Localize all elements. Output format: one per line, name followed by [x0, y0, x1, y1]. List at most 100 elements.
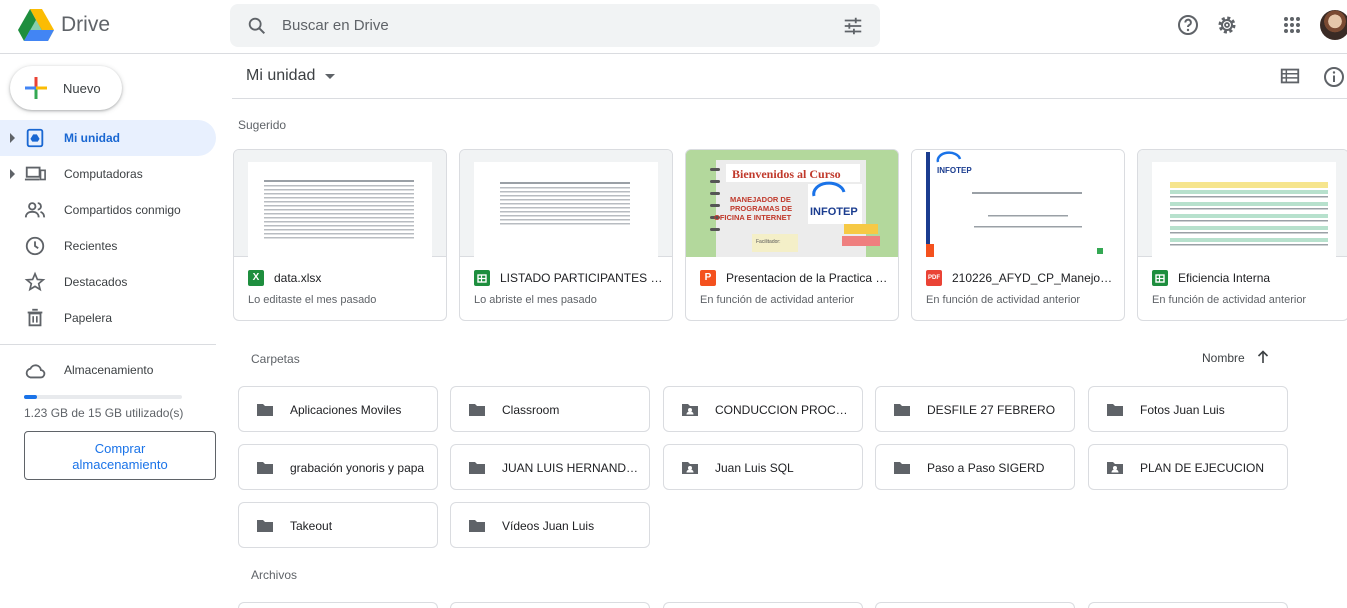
- folder-tile[interactable]: JUAN LUIS HERNANDEZ SOSA: [450, 444, 650, 490]
- file-card[interactable]: [663, 602, 863, 608]
- file-card[interactable]: [1088, 602, 1288, 608]
- suggested-heading: Sugerido: [238, 118, 287, 132]
- folder-tile[interactable]: PLAN DE EJECUCION: [1088, 444, 1288, 490]
- suggested-file-card[interactable]: X data.xlsx Lo editaste el mes pasado: [233, 149, 447, 321]
- slide-facilitator: Facilitador:: [756, 239, 780, 245]
- folder-tile[interactable]: DESFILE 27 FEBRERO: [875, 386, 1075, 432]
- sidebar-item-computers[interactable]: Computadoras: [0, 156, 216, 192]
- folder-name: Juan Luis SQL: [715, 461, 794, 475]
- file-thumbnail: [1138, 150, 1347, 257]
- arrow-up-icon[interactable]: [1255, 349, 1271, 365]
- folder-name: DESFILE 27 FEBRERO: [927, 403, 1056, 417]
- folder-name: CONDUCCION PROCESOS TECNICOS: [715, 403, 853, 417]
- trash-icon: [27, 308, 43, 327]
- folder-name: Classroom: [502, 403, 560, 417]
- buy-storage-line2: almacenamiento: [72, 457, 168, 472]
- folder-tile[interactable]: Aplicaciones Moviles: [238, 386, 438, 432]
- folder-tile[interactable]: Juan Luis SQL: [663, 444, 863, 490]
- folder-name: Vídeos Juan Luis: [502, 519, 595, 533]
- star-icon: [24, 271, 46, 292]
- folder-tile[interactable]: Takeout: [238, 502, 438, 548]
- folder-tile[interactable]: CONDUCCION PROCESOS TECNICOS: [663, 386, 863, 432]
- sort-by-name-button[interactable]: Nombre: [1202, 351, 1245, 365]
- pdf-preview: INFOTEP: [912, 150, 1124, 257]
- sheets-file-icon: [1152, 270, 1168, 286]
- sheets-grid-icon: [477, 274, 487, 283]
- sidebar-item-shared[interactable]: Compartidos conmigo: [0, 192, 216, 228]
- new-button[interactable]: Nuevo: [10, 66, 122, 110]
- sidebar-item-storage[interactable]: Almacenamiento: [0, 356, 216, 384]
- cloud-icon: [25, 364, 46, 379]
- file-card[interactable]: [875, 602, 1075, 608]
- caret-down-icon[interactable]: [325, 74, 335, 79]
- suggested-file-card[interactable]: Eficiencia Interna En función de activid…: [1137, 149, 1347, 321]
- slide-logo: INFOTEP: [810, 206, 858, 218]
- file-card[interactable]: [450, 602, 650, 608]
- suggested-file-card[interactable]: Bienvenidos al Curso MANEJADOR DE PROGRA…: [685, 149, 899, 321]
- file-activity: En función de actividad anterior: [926, 294, 1081, 306]
- sheets-file-icon: [474, 270, 490, 286]
- folder-tile[interactable]: Classroom: [450, 386, 650, 432]
- tune-icon[interactable]: [842, 15, 864, 37]
- expand-arrow-icon[interactable]: [10, 169, 15, 179]
- suggested-file-card[interactable]: LISTADO PARTICIPANTES HORARIO Lo abriste…: [459, 149, 673, 321]
- spreadsheet-preview: [248, 162, 432, 257]
- brand-name[interactable]: Drive: [61, 13, 110, 37]
- folder-icon: [257, 520, 273, 532]
- storage-bar: [24, 395, 182, 399]
- folder-tile[interactable]: Vídeos Juan Luis: [450, 502, 650, 548]
- spreadsheet-preview: [1152, 162, 1336, 257]
- folder-icon: [469, 462, 485, 474]
- file-thumbnail: Bienvenidos al Curso MANEJADOR DE PROGRA…: [686, 150, 898, 257]
- folder-icon: [257, 404, 273, 416]
- pdf-file-icon: PDF: [926, 270, 942, 286]
- spreadsheet-preview: [474, 162, 658, 257]
- search-bar[interactable]: Buscar en Drive: [230, 4, 880, 47]
- top-bar: Drive Buscar en Drive: [0, 0, 1347, 54]
- folder-tile[interactable]: Fotos Juan Luis: [1088, 386, 1288, 432]
- my-drive-icon: [26, 128, 44, 148]
- shared-folder-icon: [1107, 462, 1123, 474]
- info-icon[interactable]: [1322, 65, 1346, 89]
- main-divider: [232, 98, 1347, 99]
- sidebar-item-recent[interactable]: Recientes: [0, 228, 216, 264]
- new-button-label: Nuevo: [63, 81, 101, 96]
- suggested-file-card[interactable]: INFOTEP PDF 210226_AFYD_CP_Manejo_de_Pro…: [911, 149, 1125, 321]
- file-name: LISTADO PARTICIPANTES HORARIO: [500, 271, 666, 285]
- settings-icon[interactable]: [1215, 13, 1239, 37]
- folder-name: Paso a Paso SIGERD: [927, 461, 1045, 475]
- slides-file-icon: P: [700, 270, 716, 286]
- file-activity: En función de actividad anterior: [700, 294, 855, 306]
- file-card[interactable]: [238, 602, 438, 608]
- storage-bar-fill: [24, 395, 37, 399]
- file-thumbnail: INFOTEP: [912, 150, 1124, 257]
- buy-storage-button[interactable]: Comprar almacenamiento: [24, 431, 216, 480]
- folder-name: Fotos Juan Luis: [1140, 403, 1225, 417]
- expand-arrow-icon[interactable]: [10, 133, 15, 143]
- sidebar-item-label: Papelera: [64, 311, 113, 325]
- search-icon[interactable]: [246, 15, 268, 37]
- clock-icon: [25, 236, 45, 256]
- buy-storage-line1: Comprar: [94, 441, 146, 456]
- pdf-logo: INFOTEP: [937, 166, 972, 175]
- drive-logo-icon[interactable]: [18, 9, 54, 41]
- page-title[interactable]: Mi unidad: [246, 67, 315, 85]
- list-view-icon[interactable]: [1279, 65, 1301, 87]
- help-icon[interactable]: [1176, 13, 1200, 37]
- sidebar-item-trash[interactable]: Papelera: [0, 300, 216, 336]
- sidebar-item-my-drive[interactable]: Mi unidad: [0, 120, 216, 156]
- folder-name: JUAN LUIS HERNANDEZ SOSA: [502, 461, 640, 475]
- search-input[interactable]: Buscar en Drive: [282, 17, 389, 34]
- apps-grid-icon[interactable]: [1280, 13, 1304, 37]
- shared-folder-icon: [682, 404, 698, 416]
- file-name: 210226_AFYD_CP_Manejo_de_Programas: [952, 271, 1118, 285]
- slide-title: Bienvenidos al Curso: [732, 167, 841, 181]
- sidebar-item-starred[interactable]: Destacados: [0, 264, 216, 300]
- folder-tile[interactable]: grabación yonoris y papa: [238, 444, 438, 490]
- avatar[interactable]: [1320, 10, 1347, 40]
- plus-icon: [25, 77, 47, 99]
- file-name: Eficiencia Interna: [1178, 271, 1271, 285]
- folder-icon: [1107, 404, 1123, 416]
- folders-heading: Carpetas: [251, 352, 300, 366]
- folder-tile[interactable]: Paso a Paso SIGERD: [875, 444, 1075, 490]
